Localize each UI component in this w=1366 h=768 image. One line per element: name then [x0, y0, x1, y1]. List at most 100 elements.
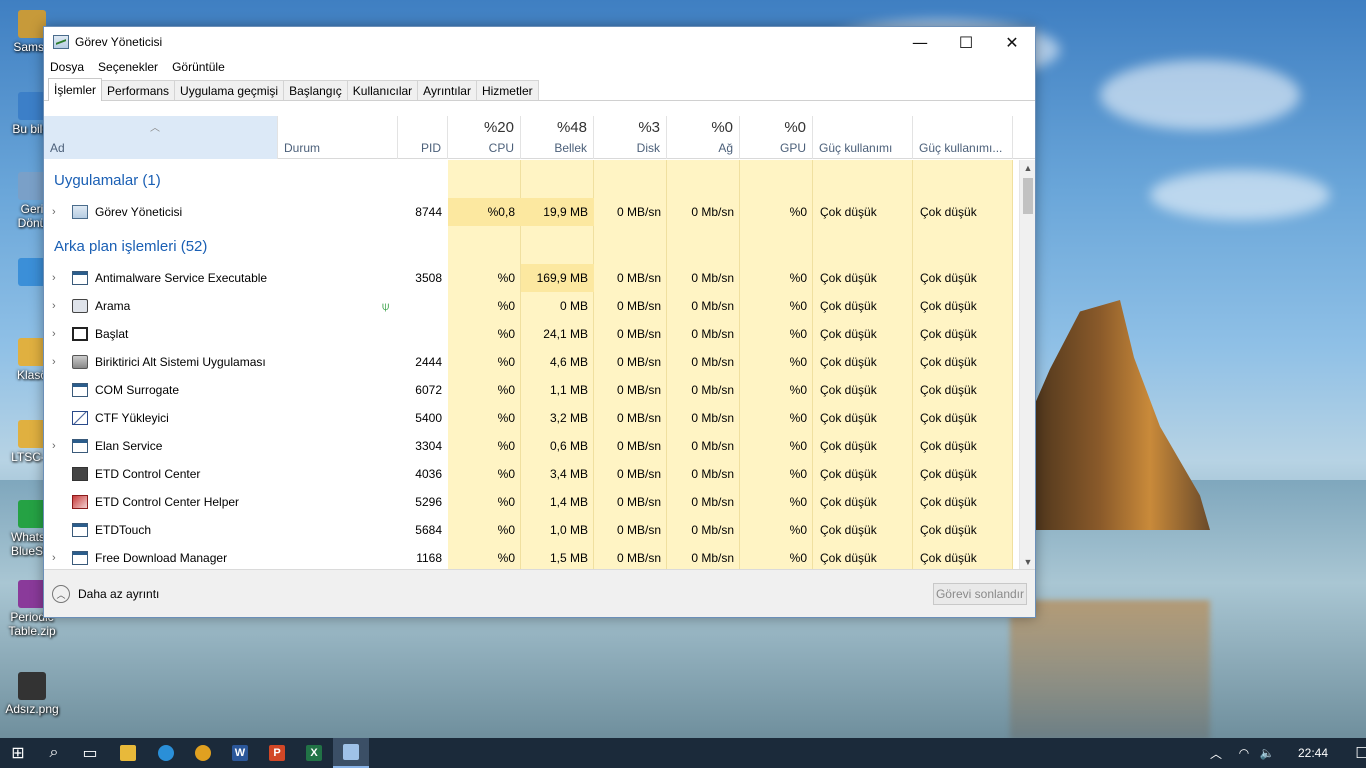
scroll-up-icon[interactable]: ▲ [1020, 163, 1036, 173]
word-icon-glyph: W [232, 745, 248, 761]
process-row[interactable]: ETDTouch 5684 %0 1,0 MB 0 MB/sn 0 Mb/sn %0 Çok … [44, 516, 1020, 544]
column-power-usage[interactable]: Güç kullanımı [813, 116, 913, 159]
task-manager-icon[interactable] [333, 738, 369, 768]
process-row[interactable]: › Biriktirici Alt Sistemi Uygulaması 2444%… [44, 348, 1020, 376]
start-icon[interactable]: ⊞ [0, 738, 36, 768]
column-cpu[interactable]: %20 CPU [448, 116, 521, 159]
process-row[interactable]: COM Surrogate 6072 %0 1,1 MB 0 MB/sn 0 Mb/sn%… [44, 376, 1020, 404]
end-task-button[interactable]: Görevi sonlandır [933, 583, 1027, 605]
column-disk[interactable]: %3 Disk [594, 116, 667, 159]
column-pid[interactable]: PID [398, 116, 448, 159]
menu-view[interactable]: Görüntüle [172, 60, 225, 74]
cell-cpu: %0 [497, 411, 515, 425]
expand-chevron-icon[interactable]: › [52, 264, 56, 292]
process-name: ETD Control Center Helper [95, 495, 240, 509]
helper-process-icon [72, 495, 88, 509]
edge-icon-glyph [158, 745, 174, 761]
column-gpu[interactable]: %0 GPU [740, 116, 813, 159]
menu-file[interactable]: Dosya [50, 60, 84, 74]
scroll-thumb[interactable] [1023, 178, 1033, 214]
desktop-icon[interactable]: Adsız.png [2, 672, 62, 716]
column-power-usage-trend[interactable]: Güç kullanımı... [913, 116, 1013, 159]
process-row[interactable]: CTF Yükleyici 5400 %0 3,2 MB 0 MB/sn 0 Mb/sn%… [44, 404, 1020, 432]
cell-power-trend: Çok düşük [920, 205, 977, 219]
vertical-scrollbar[interactable]: ▲ ▼ [1019, 160, 1035, 570]
maximize-button[interactable]: ☐ [943, 27, 989, 57]
column-name[interactable]: ︿ Ad [44, 116, 278, 159]
desktop-icon-image [18, 338, 46, 366]
task-view-icon[interactable]: ▭ [72, 738, 108, 768]
wifi-icon[interactable]: ◠ [1232, 746, 1256, 760]
process-row[interactable]: › Arama ⍦ %0 0 MB 0 MB/sn 0 Mb/sn %0 Çok düşük Ço… [44, 292, 1020, 320]
task-manager-window: Görev Yöneticisi — ☐ ✕ Dosya Seçenekler … [43, 26, 1036, 618]
cell-gpu: %0 [789, 271, 807, 285]
process-name: CTF Yükleyici [95, 411, 169, 425]
tab-processes[interactable]: İşlemler [48, 78, 103, 101]
process-row[interactable]: › Elan Service 3304 %0 0,6 MB 0 MB/sn 0 Mb/sn%… [44, 432, 1020, 460]
cell-power-trend: Çok düşük [920, 383, 977, 397]
search-icon[interactable]: ⌕ [36, 738, 72, 768]
cell-gpu: %0 [789, 411, 807, 425]
tab-users[interactable]: Kullanıcılar [346, 80, 419, 100]
cell-disk: 0 MB/sn [616, 551, 661, 565]
fewer-details-button[interactable]: ︿ Daha az ayrıntı [52, 585, 159, 603]
cell-cpu: %0 [497, 523, 515, 537]
word-icon[interactable]: W [222, 738, 258, 768]
desktop-icon-image [18, 92, 46, 120]
cell-power-trend: Çok düşük [920, 495, 977, 509]
window-process-icon [72, 383, 88, 397]
cell-cpu: %0 [497, 327, 515, 341]
cell-gpu: %0 [789, 327, 807, 341]
process-row[interactable]: › Antimalware Service Executable 3508 %0 169… [44, 264, 1020, 292]
cell-gpu: %0 [789, 299, 807, 313]
tab-startup[interactable]: Başlangıç [283, 80, 348, 100]
expand-chevron-icon[interactable]: › [52, 292, 56, 320]
menu-options[interactable]: Seçenekler [98, 60, 158, 74]
desktop-icon-image [18, 580, 46, 608]
show-hidden-icons-icon[interactable]: ︿ [1206, 745, 1226, 762]
chevron-up-icon: ︿ [52, 585, 70, 603]
cell-disk: 0 MB/sn [616, 299, 661, 313]
system-tray: ︿ ◠ 🔈 22:44 ☐ [1206, 738, 1366, 768]
process-row[interactable]: ETD Control Center 4036 %0 3,4 MB 0 MB/sn 0 M… [44, 460, 1020, 488]
scroll-down-icon[interactable]: ▼ [1020, 557, 1036, 567]
excel-icon[interactable]: X [296, 738, 332, 768]
notifications-icon[interactable]: ☐ [1344, 744, 1366, 762]
cell-pid: 3508 [415, 271, 442, 285]
volume-icon[interactable]: 🔈 [1256, 746, 1278, 760]
expand-chevron-icon[interactable]: › [52, 198, 56, 226]
column-network[interactable]: %0 Ağ [667, 116, 740, 159]
chrome-icon[interactable] [185, 738, 221, 768]
sort-ascending-icon: ︿ [150, 123, 160, 134]
powerpoint-icon[interactable]: P [259, 738, 295, 768]
column-memory[interactable]: %48 Bellek [521, 116, 594, 159]
edge-icon[interactable] [148, 738, 184, 768]
tab-services[interactable]: Hizmetler [475, 80, 539, 100]
clock[interactable]: 22:44 [1286, 746, 1340, 760]
process-row[interactable]: ETD Control Center Helper 5296 %0 1,4 MB 0 M… [44, 488, 1020, 516]
title-bar[interactable]: Görev Yöneticisi — ☐ ✕ [44, 27, 1035, 57]
process-name: Biriktirici Alt Sistemi Uygulaması [95, 355, 266, 369]
group-background-header[interactable]: Arka plan işlemleri (52) [54, 238, 207, 255]
tab-app-history[interactable]: Uygulama geçmişi [174, 80, 285, 100]
cell-cpu: %0 [497, 551, 515, 565]
close-button[interactable]: ✕ [989, 27, 1035, 57]
expand-chevron-icon[interactable]: › [52, 348, 56, 376]
process-name: Görev Yöneticisi [95, 205, 183, 219]
expand-chevron-icon[interactable]: › [52, 544, 56, 570]
process-row[interactable]: › Free Download Manager 1168 %0 1,5 MB 0 MB/s… [44, 544, 1020, 570]
tab-details[interactable]: Ayrıntılar [417, 80, 477, 100]
process-row[interactable]: › Başlat %0 24,1 MB 0 MB/sn 0 Mb/sn %0 Çok düşü… [44, 320, 1020, 348]
expand-chevron-icon[interactable]: › [52, 320, 56, 348]
group-apps-header[interactable]: Uygulamalar (1) [54, 172, 161, 189]
cell-disk: 0 MB/sn [616, 439, 661, 453]
cell-disk: 0 MB/sn [616, 271, 661, 285]
column-status[interactable]: Durum [278, 116, 398, 159]
file-explorer-icon[interactable] [110, 738, 146, 768]
minimize-button[interactable]: — [897, 27, 943, 57]
expand-chevron-icon[interactable]: › [52, 432, 56, 460]
cell-power: Çok düşük [820, 467, 877, 481]
process-row[interactable]: › Görev Yöneticisi 8744 %0,8 19,9 MB 0 MB/sn 0… [44, 198, 1020, 226]
cell-power-trend: Çok düşük [920, 551, 977, 565]
tab-performance[interactable]: Performans [101, 80, 176, 100]
